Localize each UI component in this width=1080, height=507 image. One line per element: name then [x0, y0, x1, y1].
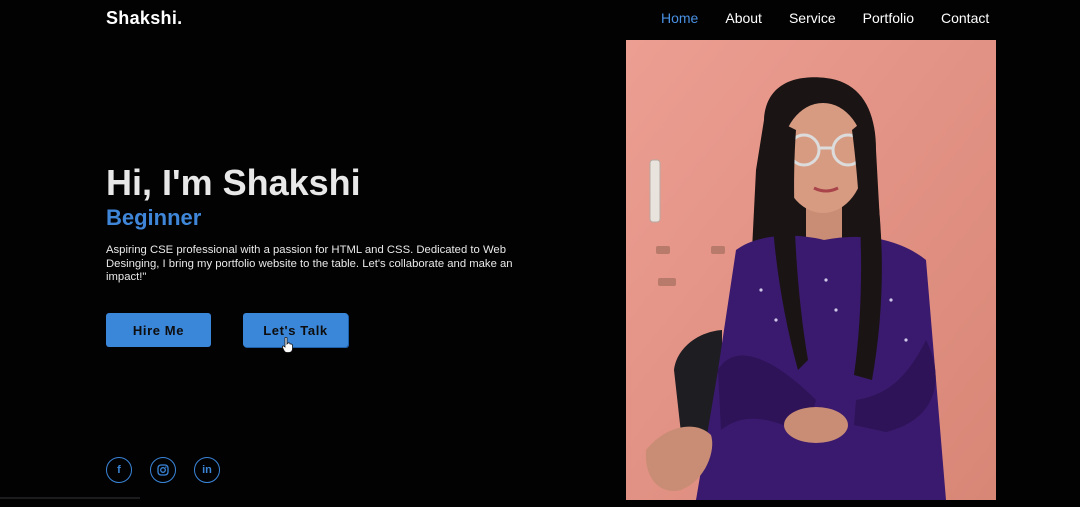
linkedin-icon: in — [202, 464, 212, 476]
lets-talk-button[interactable]: Let's Talk — [243, 313, 348, 347]
nav-contact[interactable]: Contact — [941, 10, 989, 26]
hero-subtitle: Beginner — [106, 205, 202, 230]
site-logo[interactable]: Shakshi. — [106, 8, 182, 29]
hero-section: Hi, I'm Shakshi Beginner Aspiring CSE pr… — [106, 162, 526, 285]
profile-photo — [626, 40, 996, 500]
scroll-indicator — [0, 497, 140, 499]
hire-me-button[interactable]: Hire Me — [106, 313, 211, 347]
hand-cursor-icon — [282, 337, 293, 353]
nav-about[interactable]: About — [725, 10, 762, 26]
facebook-icon: f — [117, 464, 121, 476]
linkedin-link[interactable]: in — [194, 457, 220, 483]
nav-service[interactable]: Service — [789, 10, 836, 26]
hero-title: Hi, I'm Shakshi — [106, 162, 361, 203]
main-nav: Home About Service Portfolio Contact — [661, 10, 1016, 26]
nav-home[interactable]: Home — [661, 10, 698, 26]
facebook-link[interactable]: f — [106, 457, 132, 483]
instagram-icon — [157, 464, 169, 476]
social-links: f in — [106, 457, 238, 483]
nav-portfolio[interactable]: Portfolio — [863, 10, 914, 26]
hero-description: Aspiring CSE professional with a passion… — [106, 244, 513, 283]
instagram-link[interactable] — [150, 457, 176, 483]
